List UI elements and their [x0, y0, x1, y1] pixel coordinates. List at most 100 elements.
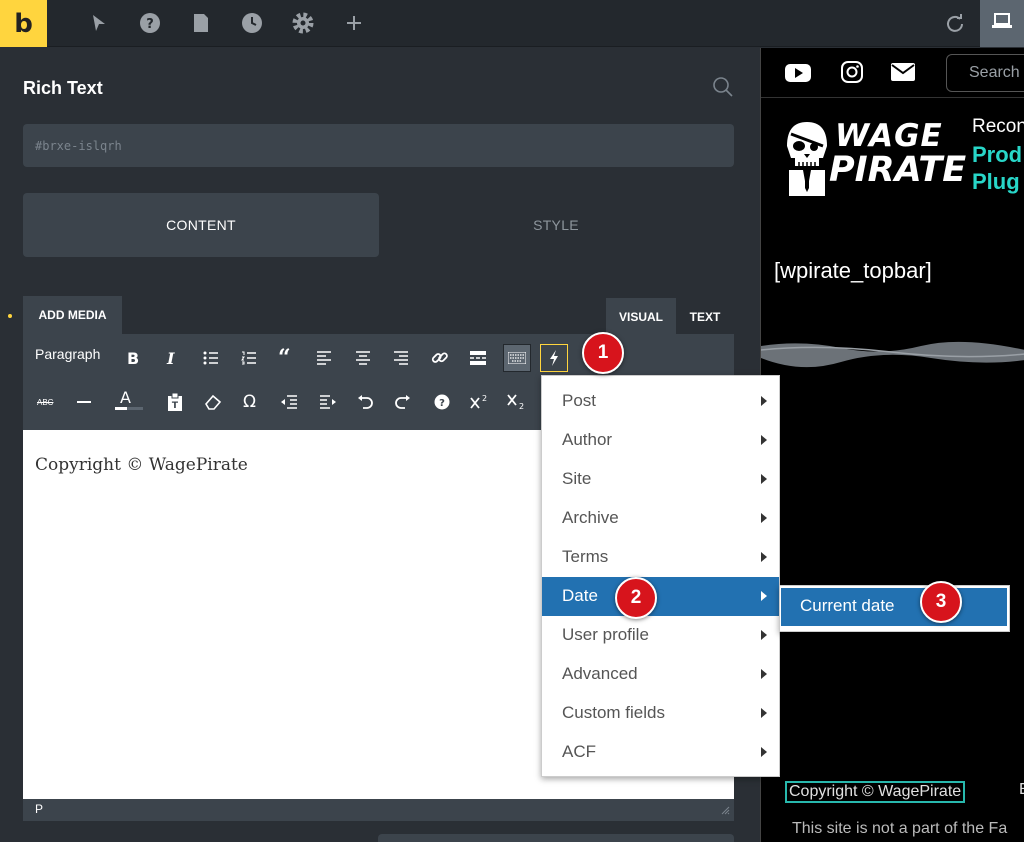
help-icon[interactable]: ?	[434, 390, 450, 414]
menu-item-label: Advanced	[562, 664, 638, 683]
brand-top-text: WAGE	[835, 118, 943, 154]
menu-item-post[interactable]: Post	[542, 382, 779, 421]
laptop-icon	[991, 13, 1013, 34]
link-icon[interactable]	[431, 346, 449, 370]
svg-text:T: T	[172, 401, 179, 411]
svg-text:A: A	[120, 388, 131, 407]
changed-indicator	[8, 314, 12, 318]
next-control	[378, 834, 734, 842]
bricks-logo[interactable]: b	[0, 0, 47, 47]
menu-item-label: Custom fields	[562, 703, 665, 722]
chevron-right-icon	[761, 552, 767, 562]
top-bar: b ?	[0, 0, 1024, 47]
redo-icon[interactable]	[395, 390, 411, 414]
add-media-button[interactable]: ADD MEDIA	[23, 296, 122, 334]
dynamic-data-menu: Post Author Site Archive Terms Date User…	[541, 375, 780, 777]
numbered-list-icon[interactable]	[241, 346, 257, 370]
brand-bottom-text: PIRATE	[829, 150, 967, 190]
tab-style[interactable]: STYLE	[378, 193, 734, 257]
history-icon[interactable]	[240, 11, 264, 35]
brush-divider	[761, 341, 1024, 368]
wagepirate-logo[interactable]: WAGE PIRATE	[783, 116, 966, 201]
footer-link: E	[1019, 781, 1024, 799]
toolbar-toggle-icon[interactable]	[503, 344, 531, 372]
settings-icon[interactable]	[291, 11, 315, 35]
menu-item-archive[interactable]: Archive	[542, 499, 779, 538]
read-more-icon[interactable]	[470, 346, 486, 370]
menu-item-label: Author	[562, 430, 613, 449]
strikethrough-icon[interactable]: ABC	[37, 390, 53, 414]
subscript-icon[interactable]: 2	[507, 390, 527, 414]
superscript-icon[interactable]: 2	[470, 390, 490, 414]
panel-title: Rich Text	[23, 78, 103, 98]
menu-item-label: Site	[562, 469, 592, 488]
element-path[interactable]: P	[35, 802, 43, 816]
chevron-right-icon	[761, 630, 767, 640]
refresh-icon[interactable]	[943, 11, 967, 35]
outdent-icon[interactable]	[281, 390, 297, 414]
menu-item-label: Date	[562, 586, 598, 605]
menu-item-terms[interactable]: Terms	[542, 538, 779, 577]
content-text[interactable]: Copyright © WagePirate	[35, 455, 248, 475]
horizontal-line-icon[interactable]	[77, 390, 91, 414]
page-icon[interactable]	[189, 11, 213, 35]
chevron-right-icon	[761, 435, 767, 445]
menu-item-label: ACF	[562, 742, 596, 761]
menu-item-author[interactable]: Author	[542, 421, 779, 460]
desktop-preview-button[interactable]	[980, 0, 1024, 47]
bullet-list-icon[interactable]	[203, 346, 219, 370]
editor-status-bar: P	[23, 799, 734, 821]
indent-icon[interactable]	[320, 390, 336, 414]
menu-item-label: Post	[562, 391, 597, 410]
special-char-icon[interactable]: Ω	[243, 390, 256, 414]
tab-visual[interactable]: VISUAL	[606, 298, 676, 336]
svg-text:?: ?	[146, 17, 154, 32]
clear-formatting-icon[interactable]	[204, 390, 222, 414]
footer-copyright[interactable]: Copyright © WagePirate	[785, 781, 966, 803]
add-icon[interactable]	[342, 11, 366, 35]
menu-item-label: User profile	[562, 625, 649, 644]
menu-item-custom-fields[interactable]: Custom fields	[542, 694, 779, 733]
blockquote-icon[interactable]: “	[278, 345, 291, 371]
align-right-icon[interactable]	[394, 346, 408, 370]
step-badge-1: 1	[582, 332, 624, 374]
menu-item-site[interactable]: Site	[542, 460, 779, 499]
youtube-icon[interactable]	[785, 63, 811, 88]
chevron-right-icon	[761, 669, 767, 679]
shortcode-text: [wpirate_topbar]	[774, 258, 932, 283]
undo-icon[interactable]	[357, 390, 373, 414]
search-icon[interactable]	[712, 76, 734, 103]
submenu-item-current-date[interactable]: Current date	[781, 588, 1007, 626]
align-center-icon[interactable]	[356, 346, 370, 370]
email-icon[interactable]	[891, 63, 915, 86]
paste-text-icon[interactable]: T	[167, 390, 183, 414]
menu-item-acf[interactable]: ACF	[542, 733, 779, 772]
menu-item-advanced[interactable]: Advanced	[542, 655, 779, 694]
menu-item-label: Archive	[562, 508, 619, 527]
text-color-icon[interactable]: A	[113, 388, 145, 412]
menu-item-date[interactable]: Date	[542, 577, 779, 616]
resize-handle-icon[interactable]	[720, 804, 730, 818]
preview-search-input[interactable]: Search	[946, 54, 1024, 92]
help-icon[interactable]: ?	[138, 11, 162, 35]
dynamic-data-icon[interactable]	[540, 344, 568, 372]
tagline-3: Plug	[972, 169, 1020, 194]
align-left-icon[interactable]	[317, 346, 331, 370]
css-id-field[interactable]: #brxe-islqrh	[23, 124, 734, 167]
tagline-1: Recon	[972, 116, 1024, 137]
tab-text[interactable]: TEXT	[676, 298, 734, 336]
format-select[interactable]: Paragraph	[35, 346, 100, 362]
instagram-icon[interactable]	[841, 61, 863, 88]
menu-item-user-profile[interactable]: User profile	[542, 616, 779, 655]
chevron-right-icon	[761, 513, 767, 523]
italic-icon[interactable]: I	[167, 346, 174, 370]
chevron-right-icon	[761, 708, 767, 718]
svg-text:2: 2	[482, 394, 487, 403]
tab-content[interactable]: CONTENT	[23, 193, 379, 257]
site-preview: Search WAGE PIRATE Recon Prod Plug [wpir…	[760, 48, 1024, 842]
step-badge-2: 2	[615, 577, 657, 619]
chevron-right-icon	[761, 396, 767, 406]
pointer-icon[interactable]	[87, 11, 111, 35]
chevron-right-icon	[761, 747, 767, 757]
bold-icon[interactable]: B	[127, 346, 139, 370]
